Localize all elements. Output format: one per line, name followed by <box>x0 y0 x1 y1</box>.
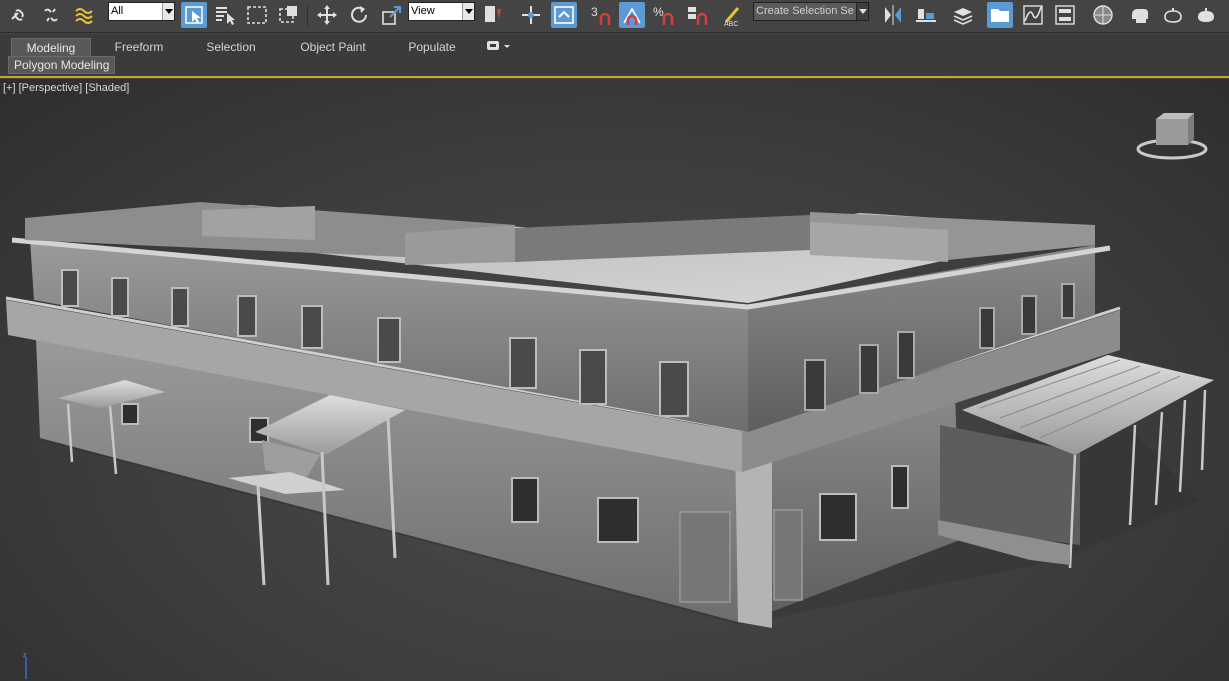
mirror-icon[interactable] <box>880 2 906 28</box>
link-icon[interactable] <box>6 2 32 28</box>
tab-object-paint[interactable]: Object Paint <box>290 38 376 56</box>
ribbon: Modeling Freeform Selection Object Paint… <box>0 34 1229 78</box>
svg-text:ABC: ABC <box>724 21 738 27</box>
viewport-label: [+] [Perspective] [Shaded] <box>3 82 129 94</box>
svg-text:3: 3 <box>591 5 598 19</box>
use-pivot-center-icon[interactable] <box>480 2 506 28</box>
panel-polygon-modeling[interactable]: Polygon Modeling <box>8 56 116 74</box>
viewcube-icon[interactable] <box>1134 113 1210 163</box>
percent-snap-icon[interactable]: % <box>651 2 677 28</box>
select-manipulate-icon[interactable] <box>518 2 544 28</box>
rendered-frame-icon[interactable] <box>1160 2 1186 28</box>
toggle-scene-explorer-icon[interactable] <box>987 2 1013 28</box>
spinner-snap-icon[interactable] <box>684 2 710 28</box>
viewport-point-of-view-menu[interactable]: [Perspective] <box>19 82 83 94</box>
rotate-icon[interactable] <box>346 2 372 28</box>
bind-space-warp-icon[interactable] <box>72 2 98 28</box>
main-toolbar: All View 3 % ABC Create Selection Se <box>0 0 1229 33</box>
select-object-icon[interactable] <box>181 2 207 28</box>
select-by-name-icon[interactable] <box>212 2 238 28</box>
svg-text:%: % <box>653 5 664 19</box>
render-production-icon[interactable] <box>1193 2 1219 28</box>
ribbon-options-icon[interactable] <box>486 39 512 53</box>
curve-editor-icon[interactable] <box>1020 2 1046 28</box>
material-editor-icon[interactable] <box>1090 2 1116 28</box>
building-model[interactable] <box>0 79 1229 681</box>
toolbar-separator <box>307 5 308 27</box>
named-selection-set-dropdown[interactable]: Create Selection Se <box>753 2 869 21</box>
window-crossing-icon[interactable] <box>276 2 302 28</box>
snap-3d-icon[interactable]: 3 <box>588 2 614 28</box>
tab-selection[interactable]: Selection <box>193 38 269 56</box>
move-icon[interactable] <box>314 2 340 28</box>
reference-coordinate-dropdown[interactable]: View <box>408 2 475 21</box>
edit-named-selections-icon[interactable]: ABC <box>720 2 746 28</box>
angle-snap-icon[interactable] <box>619 2 645 28</box>
axis-z-label: z <box>23 652 27 659</box>
unlink-icon[interactable] <box>38 2 64 28</box>
keyboard-shortcut-override-icon[interactable] <box>551 2 577 28</box>
align-icon[interactable] <box>913 2 939 28</box>
roof-block-left <box>202 206 315 240</box>
axis-tripod-icon: z <box>23 652 27 679</box>
rectangle-selection-icon[interactable] <box>244 2 270 28</box>
toggle-layer-explorer-icon[interactable] <box>950 2 976 28</box>
perspective-viewport[interactable]: [+] [Perspective] [Shaded] z <box>0 79 1229 681</box>
tab-freeform[interactable]: Freeform <box>101 38 177 56</box>
tab-modeling[interactable]: Modeling <box>11 38 91 56</box>
selection-filter-dropdown[interactable]: All <box>108 2 175 21</box>
viewport-general-menu[interactable]: [+] <box>3 82 16 94</box>
schematic-view-icon[interactable] <box>1052 2 1078 28</box>
tab-populate[interactable]: Populate <box>397 38 467 56</box>
viewport-shading-menu[interactable]: [Shaded] <box>85 82 129 94</box>
scale-icon[interactable] <box>379 2 405 28</box>
render-setup-icon[interactable] <box>1128 2 1154 28</box>
